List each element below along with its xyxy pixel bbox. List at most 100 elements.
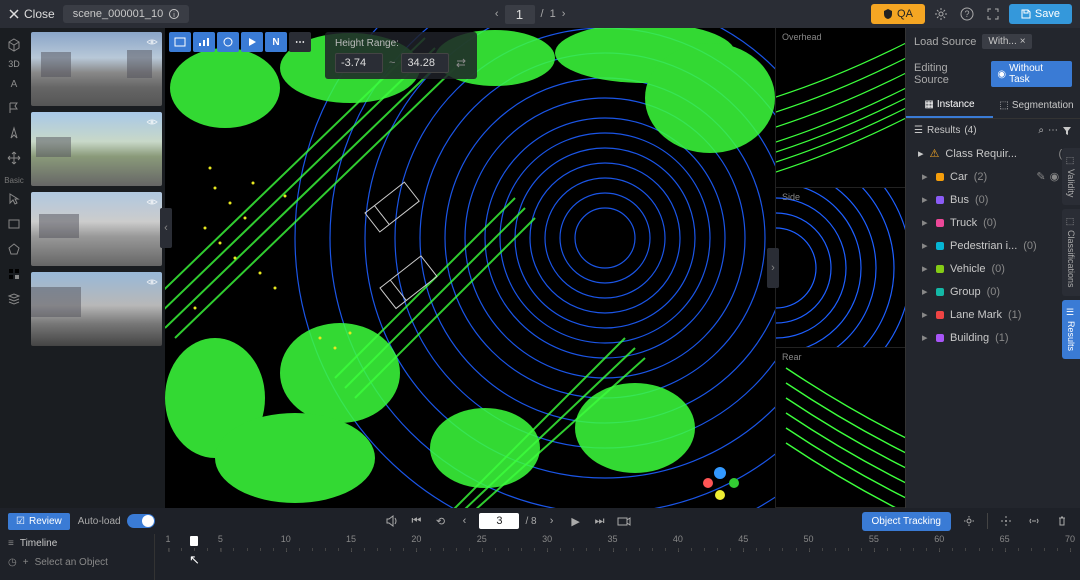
skip-back-icon[interactable]: ⏮ xyxy=(407,512,425,530)
camera-thumb-2[interactable] xyxy=(31,112,162,186)
gear-icon[interactable] xyxy=(931,4,951,24)
rear-view[interactable]: Rear xyxy=(775,348,905,508)
class-count: (1) xyxy=(995,332,1008,344)
swap-icon[interactable] xyxy=(455,57,467,69)
eye-icon[interactable] xyxy=(146,196,158,208)
side-tab-validity[interactable]: ⬚Validity xyxy=(1062,148,1080,205)
play-icon[interactable]: ▶ xyxy=(567,512,585,530)
object-tracking-button[interactable]: Object Tracking xyxy=(862,512,951,531)
rewind-icon[interactable]: ⟲ xyxy=(431,512,449,530)
settings-icon[interactable] xyxy=(959,511,979,531)
eye-icon[interactable] xyxy=(146,36,158,48)
collapse-right-handle[interactable]: › xyxy=(767,248,779,288)
edit-icon[interactable]: ✎ xyxy=(1036,170,1045,183)
compass-tool-icon[interactable] xyxy=(3,122,25,144)
class-row[interactable]: ▸ Car (2)✎◉⎘ xyxy=(906,165,1080,188)
left-toolbar: 3D A Basic xyxy=(0,28,28,508)
class-row[interactable]: ▸ Bus (0) xyxy=(906,188,1080,211)
sliders-icon[interactable]: ≡ xyxy=(8,538,14,549)
camera-thumb-4[interactable] xyxy=(31,272,162,346)
side-tab-classifications[interactable]: ⬚Classifications xyxy=(1062,209,1080,296)
load-source-chip[interactable]: With...× xyxy=(982,34,1031,49)
cursor-tool-icon[interactable] xyxy=(3,188,25,210)
camera-thumb-1[interactable] xyxy=(31,32,162,106)
more-shape-button[interactable]: ⋯ xyxy=(289,32,311,52)
class-row[interactable]: ▸ Vehicle (0) xyxy=(906,257,1080,280)
side-tab-results[interactable]: ☰Results xyxy=(1062,300,1080,359)
timeline-label: Timeline xyxy=(20,538,57,549)
without-task-chip[interactable]: ◉ Without Task xyxy=(991,61,1072,87)
prev-frame-icon[interactable]: ‹ xyxy=(455,512,473,530)
class-requirements-row[interactable]: ▸ ⚠ Class Requir... (0) xyxy=(906,142,1080,165)
rect-shape-button[interactable] xyxy=(169,32,191,52)
chevron-left-icon[interactable]: ‹ xyxy=(495,8,499,20)
top-bar: Close scene_000001_10 i ‹ / 1 › QA ? Sav… xyxy=(0,0,1080,28)
class-row[interactable]: ▸ Lane Mark (1) xyxy=(906,303,1080,326)
camera-thumb-3[interactable] xyxy=(31,192,162,266)
side-view[interactable]: Side xyxy=(775,188,905,348)
eye-icon[interactable] xyxy=(146,276,158,288)
scene-chip[interactable]: scene_000001_10 i xyxy=(63,5,190,23)
eye-icon[interactable] xyxy=(146,116,158,128)
plus-icon[interactable]: + xyxy=(23,557,29,568)
play-shape-button[interactable] xyxy=(241,32,263,52)
review-chip[interactable]: ☑Review xyxy=(8,513,70,530)
overhead-view[interactable]: Overhead xyxy=(775,28,905,188)
timeline-tick: 35 xyxy=(607,534,617,544)
more-icon[interactable]: ⋯ xyxy=(1048,125,1058,136)
center-icon[interactable] xyxy=(996,511,1016,531)
chevron-right-icon[interactable]: › xyxy=(562,8,566,20)
flag-tool-icon[interactable] xyxy=(3,97,25,119)
editing-source-label: Editing Source xyxy=(914,62,985,86)
main-3d-view[interactable] xyxy=(165,28,775,508)
cube-tool-icon[interactable] xyxy=(3,34,25,56)
move-tool-icon[interactable] xyxy=(3,147,25,169)
info-icon[interactable]: i xyxy=(169,9,179,19)
class-row[interactable]: ▸ Group (0) xyxy=(906,280,1080,303)
height-range-title: Height Range: xyxy=(335,38,467,49)
close-button[interactable]: Close xyxy=(8,7,55,21)
class-row[interactable]: ▸ Pedestrian i... (0) xyxy=(906,234,1080,257)
timeline-tick: 10 xyxy=(281,534,291,544)
qa-button[interactable]: QA xyxy=(871,4,925,24)
timeline-tick: 70 xyxy=(1065,534,1075,544)
tab-segmentation[interactable]: ⬚Segmentation xyxy=(993,93,1080,118)
timeline-track[interactable]: 1510152025303540455055606570 ↖ xyxy=(155,534,1080,580)
height-min-input[interactable] xyxy=(335,53,383,73)
timeline-playhead[interactable] xyxy=(190,536,198,546)
layers-tool-icon[interactable] xyxy=(3,288,25,310)
frame-input[interactable] xyxy=(479,513,519,529)
select-object-row[interactable]: ◷ + Select an Object xyxy=(0,553,154,572)
class-row[interactable]: ▸ Truck (0) xyxy=(906,211,1080,234)
grid-tool-icon[interactable] xyxy=(3,263,25,285)
rect-tool-icon[interactable] xyxy=(3,213,25,235)
filter-icon[interactable] xyxy=(1062,126,1072,136)
tab-instance[interactable]: ▦Instance xyxy=(906,93,993,118)
scene-name: scene_000001_10 xyxy=(73,8,164,20)
next-frame-icon[interactable]: › xyxy=(543,512,561,530)
autoload-label: Auto-load xyxy=(78,516,121,527)
polygon-tool-icon[interactable] xyxy=(3,238,25,260)
dot-icon: ◉ xyxy=(997,69,1006,80)
eye-icon[interactable]: ◉ xyxy=(1050,170,1060,183)
timeline-tick: 1 xyxy=(166,534,171,544)
speaker-icon[interactable] xyxy=(383,512,401,530)
collapse-left-handle[interactable]: ‹ xyxy=(160,208,172,248)
bars-shape-button[interactable] xyxy=(193,32,215,52)
link-icon[interactable] xyxy=(1024,511,1044,531)
page-input[interactable] xyxy=(505,5,535,24)
fullscreen-icon[interactable] xyxy=(983,4,1003,24)
autoload-toggle[interactable] xyxy=(127,514,155,528)
x-icon[interactable]: × xyxy=(1020,36,1026,47)
search-icon[interactable]: ⌕ xyxy=(1038,125,1044,136)
text-tool-icon[interactable]: A xyxy=(3,72,25,94)
circle-shape-button[interactable] xyxy=(217,32,239,52)
n-shape-button[interactable]: N xyxy=(265,32,287,52)
height-max-input[interactable] xyxy=(401,53,449,73)
skip-forward-icon[interactable]: ⏭ xyxy=(591,512,609,530)
trash-icon[interactable] xyxy=(1052,511,1072,531)
class-row[interactable]: ▸ Building (1) xyxy=(906,326,1080,349)
help-icon[interactable]: ? xyxy=(957,4,977,24)
camera-icon[interactable] xyxy=(615,512,633,530)
save-button[interactable]: Save xyxy=(1009,4,1072,24)
